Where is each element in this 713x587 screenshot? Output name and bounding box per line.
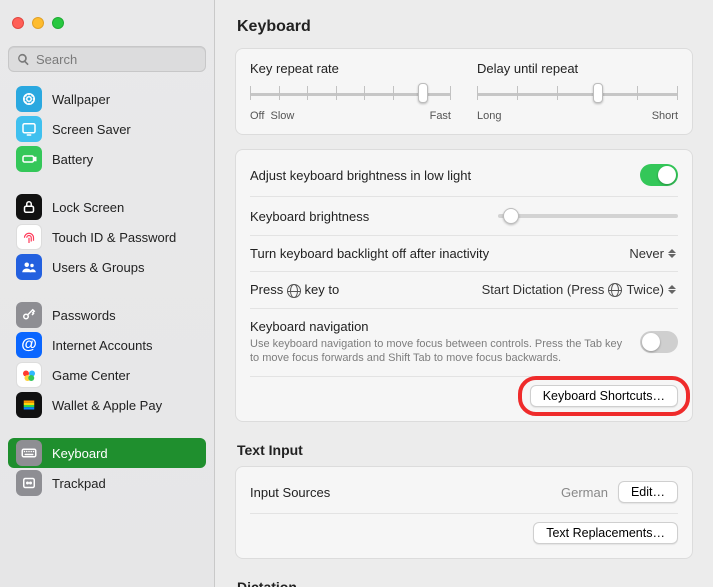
dictation-heading: Dictation [237, 579, 693, 587]
backlight-off-label: Turn keyboard backlight off after inacti… [250, 246, 619, 261]
keyboard-icon [16, 440, 42, 466]
users-icon [16, 254, 42, 280]
sidebar-item-keyboard[interactable]: Keyboard [8, 438, 206, 468]
keyboard-options-panel: Adjust keyboard brightness in low light … [235, 149, 693, 422]
wallpaper-icon [16, 86, 42, 112]
input-sources-value: German [561, 485, 608, 500]
highlight-annotation: Keyboard Shortcuts… [530, 385, 678, 407]
sidebar-nav: Wallpaper Screen Saver Battery Lock Scre… [0, 80, 214, 587]
lock-screen-icon [16, 194, 42, 220]
keyboard-navigation-desc: Use keyboard navigation to move focus be… [250, 337, 630, 367]
trackpad-icon [16, 470, 42, 496]
sidebar-item-wallpaper[interactable]: Wallpaper [8, 84, 206, 114]
globe-key-popup[interactable]: Start Dictation (Press Twice) [482, 282, 678, 297]
delay-until-repeat-label: Delay until repeat [477, 61, 678, 76]
sidebar-item-label: Battery [52, 152, 93, 167]
input-sources-label: Input Sources [250, 485, 551, 500]
window-titlebar [0, 0, 214, 46]
keyboard-brightness-label: Keyboard brightness [250, 209, 488, 224]
sidebar-item-battery[interactable]: Battery [8, 144, 206, 174]
sidebar-item-internet-accounts[interactable]: @ Internet Accounts [8, 330, 206, 360]
sidebar-item-lock-screen[interactable]: Lock Screen [8, 192, 206, 222]
sidebar-item-passwords[interactable]: Passwords [8, 300, 206, 330]
keyboard-navigation-toggle[interactable] [640, 331, 678, 353]
keyboard-navigation-label: Keyboard navigation [250, 319, 630, 334]
slider-caption-fast: Fast [430, 110, 451, 122]
globe-icon [287, 284, 301, 298]
globe-key-label: Press key to [250, 282, 472, 298]
content-area: Keyboard Key repeat rate Off Slow [215, 0, 713, 587]
search-icon [17, 53, 30, 66]
backlight-off-popup[interactable]: Never [629, 246, 678, 261]
sidebar-item-screen-saver[interactable]: Screen Saver [8, 114, 206, 144]
keyboard-brightness-slider[interactable] [498, 207, 678, 225]
sidebar-item-users-groups[interactable]: Users & Groups [8, 252, 206, 282]
sidebar-item-game-center[interactable]: Game Center [8, 360, 206, 390]
chevron-updown-icon [668, 283, 678, 297]
backlight-off-value: Never [629, 246, 664, 261]
search-placeholder: Search [36, 52, 77, 67]
text-input-panel: Input Sources German Edit… Text Replacem… [235, 466, 693, 559]
window-minimize-button[interactable] [32, 17, 44, 29]
sidebar-item-touch-id[interactable]: Touch ID & Password [8, 222, 206, 252]
sidebar-item-label: Keyboard [52, 446, 108, 461]
window-close-button[interactable] [12, 17, 24, 29]
sidebar-item-label: Touch ID & Password [52, 230, 176, 245]
sidebar-item-label: Users & Groups [52, 260, 144, 275]
sidebar-item-label: Wallpaper [52, 92, 110, 107]
chevron-updown-icon [668, 247, 678, 261]
slider-caption-off: Off [250, 110, 264, 122]
wallet-icon [16, 392, 42, 418]
sidebar-item-label: Internet Accounts [52, 338, 152, 353]
input-sources-edit-button[interactable]: Edit… [618, 481, 678, 503]
page-title: Keyboard [237, 18, 693, 36]
text-input-heading: Text Input [237, 442, 693, 458]
globe-icon [608, 283, 622, 297]
text-replacements-button[interactable]: Text Replacements… [533, 522, 678, 544]
battery-icon [16, 146, 42, 172]
slider-caption-slow: Slow [270, 110, 294, 122]
sidebar-item-label: Lock Screen [52, 200, 124, 215]
sidebar-item-label: Screen Saver [52, 122, 131, 137]
sidebar-item-label: Game Center [52, 368, 130, 383]
search-input[interactable]: Search [8, 46, 206, 72]
system-settings-window: Search Wallpaper Screen Saver Battery Lo… [0, 0, 713, 587]
keyboard-shortcuts-button[interactable]: Keyboard Shortcuts… [530, 385, 678, 407]
sidebar-item-label: Passwords [52, 308, 116, 323]
delay-until-repeat-slider[interactable] [477, 84, 678, 102]
game-center-icon [16, 362, 42, 388]
key-repeat-panel: Key repeat rate Off Slow Fast [235, 48, 693, 135]
window-zoom-button[interactable] [52, 17, 64, 29]
key-icon [16, 302, 42, 328]
slider-caption-short: Short [652, 110, 678, 122]
slider-caption-long: Long [477, 110, 501, 122]
fingerprint-icon [16, 224, 42, 250]
key-repeat-rate-label: Key repeat rate [250, 61, 451, 76]
sidebar-item-label: Trackpad [52, 476, 106, 491]
auto-brightness-toggle[interactable] [640, 164, 678, 186]
sidebar-item-label: Wallet & Apple Pay [52, 398, 162, 413]
sidebar-item-wallet[interactable]: Wallet & Apple Pay [8, 390, 206, 420]
sidebar-item-trackpad[interactable]: Trackpad [8, 468, 206, 498]
sidebar: Search Wallpaper Screen Saver Battery Lo… [0, 0, 215, 587]
key-repeat-rate-slider[interactable] [250, 84, 451, 102]
at-icon: @ [16, 332, 42, 358]
auto-brightness-label: Adjust keyboard brightness in low light [250, 168, 630, 183]
screen-saver-icon [16, 116, 42, 142]
